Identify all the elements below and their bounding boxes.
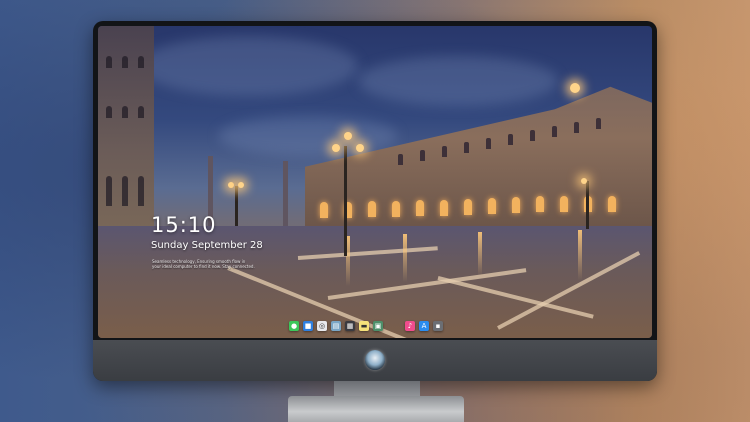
preview-icon[interactable]: ▤ xyxy=(331,321,341,331)
messages-icon[interactable]: ● xyxy=(289,321,299,331)
caption-line: your ideal computer to find it now. Stay… xyxy=(152,264,255,269)
wallpaper-column xyxy=(283,161,288,228)
clapper-icon[interactable]: ▦ xyxy=(345,321,355,331)
notes-icon[interactable]: ▬ xyxy=(359,321,369,331)
wallpaper-left-building xyxy=(98,26,154,234)
camera-icon[interactable]: ▪ xyxy=(433,321,443,331)
app-store-icon[interactable]: A xyxy=(419,321,429,331)
photos-icon[interactable]: ▣ xyxy=(373,321,383,331)
lock-screen: 15:10 Sunday September 28 Seamless techn… xyxy=(98,26,652,338)
lock-screen-caption: Seamless technology, Ensuring smooth flo… xyxy=(152,259,272,269)
cloud xyxy=(218,116,398,156)
safari-icon[interactable]: ◎ xyxy=(317,321,327,331)
imac-monitor: 15:10 Sunday September 28 Seamless techn… xyxy=(93,21,657,381)
brand-logo-icon xyxy=(365,350,385,370)
cloud xyxy=(138,36,358,96)
monitor-chin xyxy=(93,340,657,381)
dock: ● ■ ◎ ▤ ▦ ▬ ▣ ♪ A ▪ xyxy=(289,320,443,332)
cloud xyxy=(358,56,558,106)
lock-screen-date: Sunday September 28 xyxy=(151,240,263,251)
monitor-stand-base xyxy=(288,396,464,422)
lock-screen-clock: 15:10 xyxy=(151,213,217,237)
finder-icon[interactable]: ■ xyxy=(303,321,313,331)
music-icon[interactable]: ♪ xyxy=(405,321,415,331)
